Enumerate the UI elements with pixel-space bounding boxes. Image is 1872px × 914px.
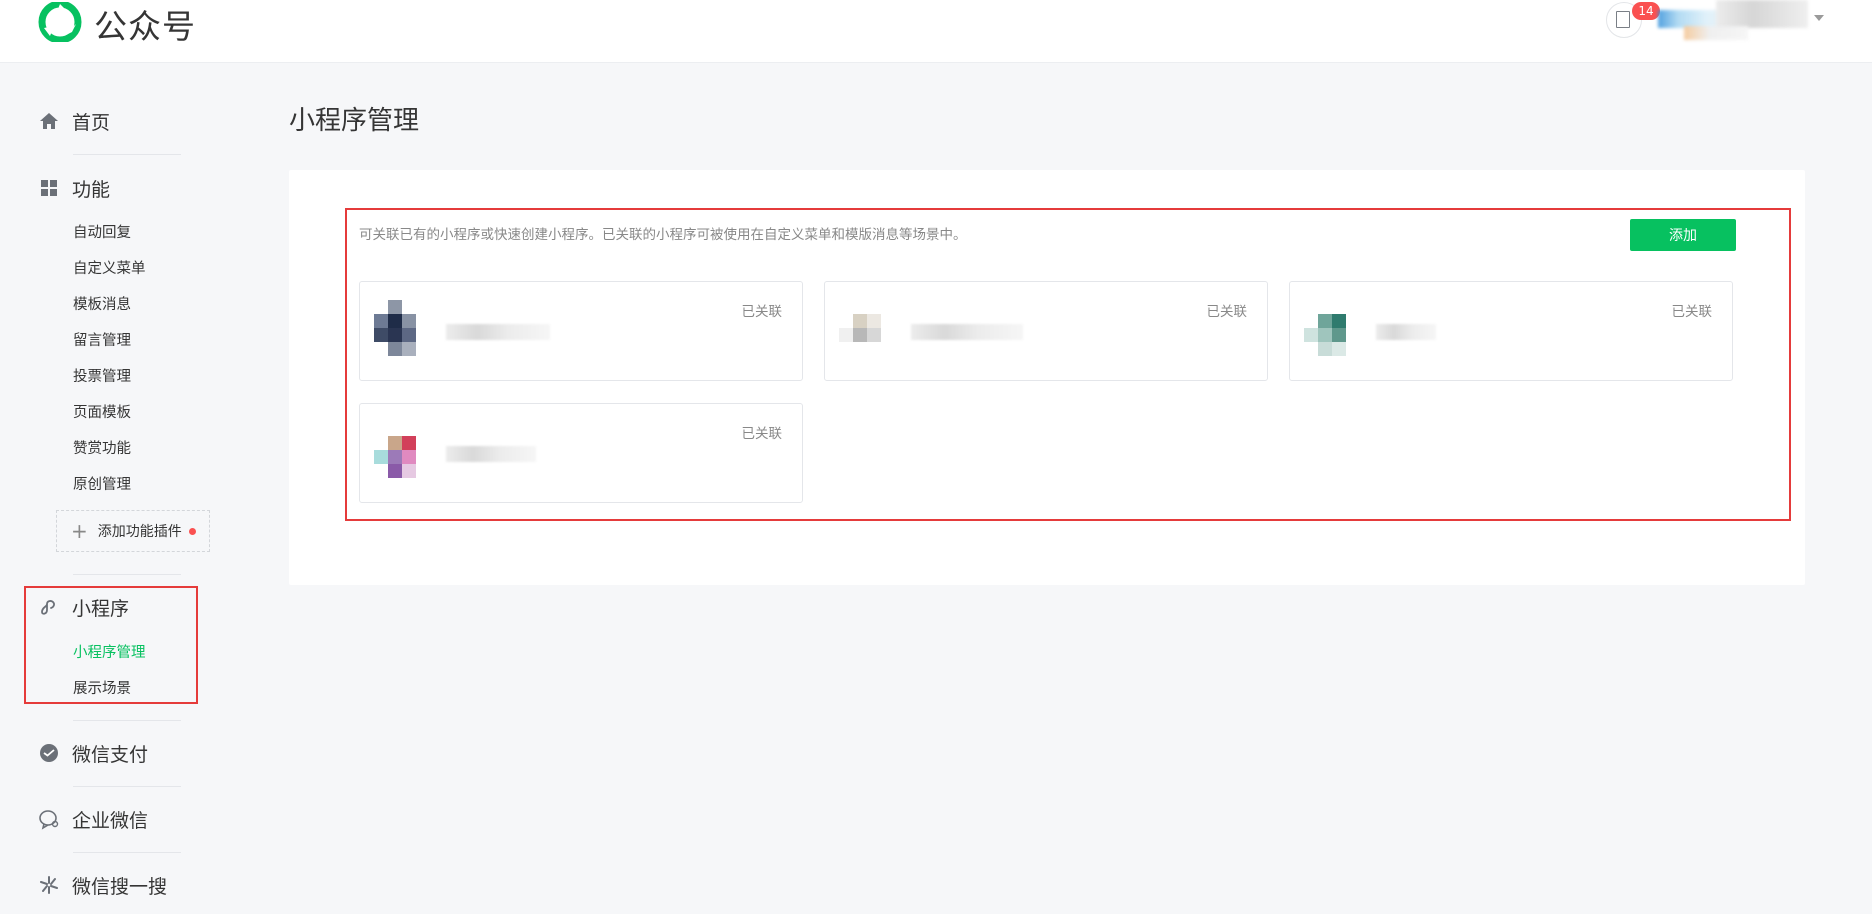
divider xyxy=(73,720,181,721)
miniprogram-name-blurred xyxy=(911,324,1023,340)
plus-icon: + xyxy=(71,519,88,543)
linked-status: 已关联 xyxy=(1206,304,1248,320)
search-sparkle-icon xyxy=(38,874,60,896)
sidebar-subitem-custom-menu[interactable]: 自定义菜单 xyxy=(73,257,146,278)
divider xyxy=(73,154,181,155)
sidebar-subitem-display-scenes[interactable]: 展示场景 xyxy=(73,677,131,698)
miniprogram-avatar-blurred xyxy=(839,300,901,362)
sidebar-item-work-wechat[interactable]: 企业微信 xyxy=(38,805,148,833)
sidebar-subitem-miniprogram-management[interactable]: 小程序管理 xyxy=(73,641,146,662)
red-dot-badge xyxy=(188,527,196,535)
miniprogram-name-blurred xyxy=(446,446,536,462)
miniprogram-card[interactable]: 已关联 xyxy=(824,281,1268,381)
page-title: 小程序管理 xyxy=(289,106,420,136)
miniprogram-card[interactable]: 已关联 xyxy=(1289,281,1733,381)
grid-icon xyxy=(38,177,60,199)
sidebar-item-label: 企业微信 xyxy=(72,809,149,832)
add-plugin-label: 添加功能插件 xyxy=(97,524,182,540)
sidebar-item-label: 微信支付 xyxy=(72,743,149,766)
miniprogram-avatar-blurred xyxy=(1304,300,1366,362)
divider xyxy=(73,852,181,853)
logo-text[interactable]: 公众号 xyxy=(94,0,196,48)
sidebar-item-label: 微信搜一搜 xyxy=(72,875,168,898)
sidebar-subitem-original-management[interactable]: 原创管理 xyxy=(73,473,131,494)
sidebar-subitem-page-template[interactable]: 页面模板 xyxy=(73,401,131,422)
miniprogram-card[interactable]: 已关联 xyxy=(359,403,803,503)
miniprogram-avatar-blurred xyxy=(374,422,436,484)
account-type-blurred xyxy=(1684,26,1748,40)
account-name-blurred xyxy=(1716,0,1808,28)
sidebar-item-label: 首页 xyxy=(72,111,111,134)
sidebar-item-home[interactable]: 首页 xyxy=(38,107,110,135)
notification-badge: 14 xyxy=(1632,2,1660,20)
sidebar-item-search[interactable]: 微信搜一搜 xyxy=(38,871,167,899)
account-area[interactable]: 14 xyxy=(1606,0,1846,52)
miniprogram-name-blurred xyxy=(446,324,550,340)
description-text: 可关联已有的小程序或快速创建小程序。已关联的小程序可被使用在自定义菜单和模版消息… xyxy=(359,227,967,243)
sidebar-item-wechat-pay[interactable]: 微信支付 xyxy=(38,739,148,767)
sidebar-subitem-reward[interactable]: 赞赏功能 xyxy=(73,437,131,458)
divider xyxy=(73,574,181,575)
divider xyxy=(73,786,181,787)
add-button[interactable]: 添加 xyxy=(1630,219,1736,251)
work-wechat-icon xyxy=(38,808,60,830)
top-bar: 公众号 14 xyxy=(0,0,1872,63)
sidebar-item-label: 小程序 xyxy=(72,597,130,620)
home-icon xyxy=(38,110,60,132)
sidebar-item-features[interactable]: 功能 xyxy=(38,174,110,202)
miniprogram-avatar-blurred xyxy=(374,300,436,362)
sidebar-subitem-vote-management[interactable]: 投票管理 xyxy=(73,365,131,386)
miniprogram-icon xyxy=(38,596,60,618)
sidebar-item-label: 功能 xyxy=(72,178,111,201)
sidebar-subitem-template-message[interactable]: 模板消息 xyxy=(73,293,131,314)
miniprogram-card[interactable]: 已关联 xyxy=(359,281,803,381)
chevron-down-icon[interactable] xyxy=(1814,15,1824,21)
wechat-official-logo-icon[interactable] xyxy=(38,2,82,42)
linked-status: 已关联 xyxy=(741,426,783,442)
sidebar-item-miniprogram[interactable]: 小程序 xyxy=(38,593,129,621)
linked-status: 已关联 xyxy=(741,304,783,320)
linked-status: 已关联 xyxy=(1671,304,1713,320)
add-plugin-button[interactable]: + 添加功能插件 xyxy=(56,510,210,552)
sidebar-subitem-comment-management[interactable]: 留言管理 xyxy=(73,329,131,350)
miniprogram-name-blurred xyxy=(1376,324,1436,340)
sidebar-subitem-auto-reply[interactable]: 自动回复 xyxy=(73,221,131,242)
document-icon xyxy=(1616,11,1630,28)
wechat-pay-icon xyxy=(38,742,60,764)
